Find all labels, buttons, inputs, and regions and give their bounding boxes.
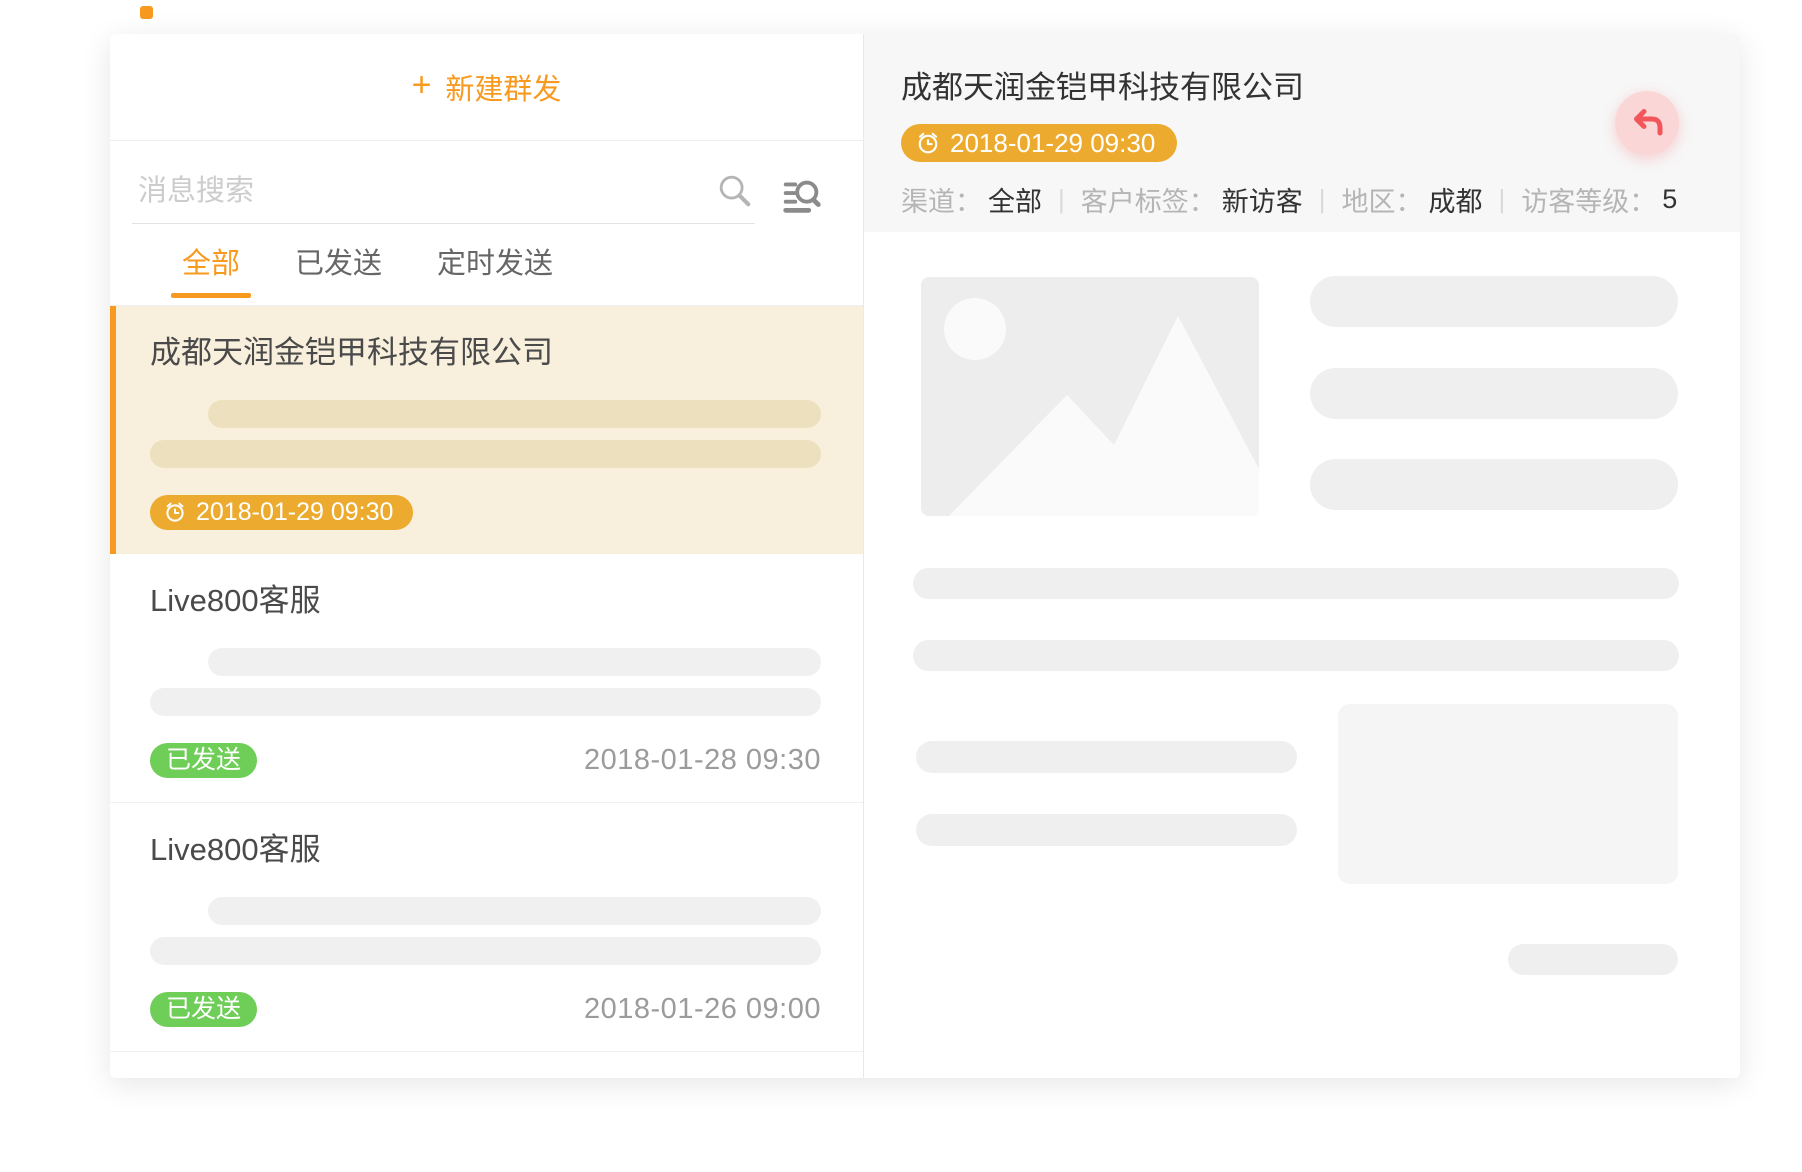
- status-badge-sent: 已发送: [150, 742, 258, 778]
- text-placeholder-bar: [208, 400, 821, 428]
- tab-scheduled[interactable]: 定时发送: [437, 248, 553, 298]
- detail-header: 成都天润金铠甲科技有限公司 2018-01-29 09:30 渠道： 全部 | 客…: [864, 34, 1740, 232]
- search-field: [132, 165, 755, 224]
- item-title: Live800客服: [150, 832, 321, 867]
- message-detail-panel: 成都天润金铠甲科技有限公司 2018-01-29 09:30 渠道： 全部 | 客…: [864, 34, 1740, 1078]
- message-list-item[interactable]: 成都天润金铠甲科技有限公司 2018-01-29 09:30: [110, 306, 863, 554]
- text-placeholder-bar: [150, 440, 821, 468]
- message-list-item[interactable]: Live800客服 已发送 2018-01-26 09:00: [110, 803, 863, 1052]
- message-preview-skeleton: [864, 232, 1740, 1078]
- meta-value: 新访客: [1221, 187, 1303, 217]
- clock-icon: [166, 502, 184, 522]
- status-badge-sent: 已发送: [150, 991, 258, 1027]
- content-placeholder-bar: [913, 640, 1679, 671]
- message-filter-tabs: 全部 已发送 定时发送: [110, 248, 863, 306]
- message-search-input[interactable]: [132, 174, 715, 214]
- plus-icon: +: [411, 66, 432, 104]
- content-placeholder-bar: [1508, 944, 1678, 975]
- meta-value: 5: [1662, 184, 1678, 214]
- bulk-message-window: + 新建群发 全部 已发送 定时发送: [110, 34, 1740, 1078]
- text-placeholder-bar: [150, 937, 821, 965]
- item-title: Live800客服: [150, 583, 321, 618]
- meta-label: 访客等级：: [1521, 187, 1657, 217]
- item-date: 2018-01-28 09:30: [584, 743, 821, 776]
- meta-label: 客户标签：: [1080, 187, 1216, 217]
- text-placeholder-bar: [150, 688, 821, 716]
- return-arrow-icon: [1634, 109, 1663, 136]
- image-placeholder-icon: [921, 277, 1259, 516]
- content-placeholder-bar: [1310, 368, 1678, 419]
- meta-separator: |: [1498, 184, 1506, 214]
- meta-separator: |: [1058, 184, 1065, 214]
- search-row: [110, 141, 863, 249]
- new-broadcast-button[interactable]: + 新建群发: [110, 34, 863, 141]
- text-placeholder-bar: [208, 648, 821, 676]
- schedule-time-badge: 2018-01-29 09:30: [150, 494, 414, 530]
- content-placeholder-bar: [1310, 459, 1678, 510]
- content-placeholder-bar: [916, 741, 1297, 773]
- tab-all[interactable]: 全部: [170, 248, 252, 298]
- search-icon[interactable]: [715, 171, 753, 209]
- advanced-search-icon[interactable]: [779, 173, 825, 217]
- item-date: 2018-01-26 09:00: [584, 992, 821, 1025]
- detail-title: 成都天润金铠甲科技有限公司: [901, 70, 1304, 105]
- message-list-panel: + 新建群发 全部 已发送 定时发送: [110, 34, 864, 1078]
- meta-value: 成都: [1428, 187, 1483, 217]
- target-filter-summary: 渠道： 全部 | 客户标签： 新访客 | 地区： 成都 | 访客等级： 5: [901, 180, 1740, 219]
- tab-sent[interactable]: 已发送: [295, 248, 382, 298]
- item-title: 成都天润金铠甲科技有限公司: [150, 335, 553, 370]
- brand-dot: [140, 6, 153, 19]
- meta-label: 渠道：: [901, 187, 982, 217]
- content-placeholder-bar: [913, 568, 1679, 599]
- return-button[interactable]: [1615, 91, 1679, 155]
- content-placeholder-bar: [916, 814, 1297, 846]
- clock-icon: [918, 132, 938, 154]
- meta-value: 全部: [988, 187, 1042, 217]
- new-broadcast-label: 新建群发: [445, 74, 562, 106]
- message-list-item[interactable]: Live800客服 已发送 2018-01-28 09:30: [110, 554, 863, 803]
- schedule-time-badge: 2018-01-29 09:30: [901, 124, 1178, 162]
- content-placeholder-bar: [1310, 276, 1678, 327]
- meta-separator: |: [1318, 184, 1326, 214]
- meta-label: 地区：: [1341, 187, 1423, 217]
- message-list: 成都天润金铠甲科技有限公司 2018-01-29 09:30 Live800客服…: [110, 306, 863, 1078]
- text-placeholder-bar: [208, 897, 821, 925]
- content-placeholder-block: [1338, 704, 1678, 884]
